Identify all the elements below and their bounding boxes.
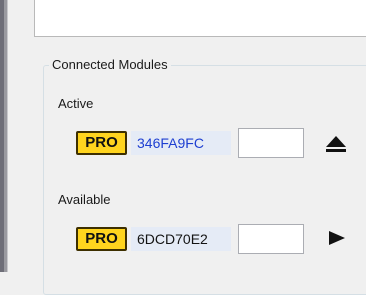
available-module-id: 6DCD70E2 [131, 227, 231, 251]
connect-button[interactable] [324, 227, 348, 251]
top-panel [34, 0, 366, 37]
active-module-id: 346FA9FC [131, 131, 231, 155]
eject-button[interactable] [324, 132, 348, 156]
available-pro-badge: PRO [76, 227, 127, 251]
active-pro-badge: PRO [76, 131, 127, 155]
available-label: Available [58, 192, 111, 207]
window-frame-left-edge [7, 0, 8, 272]
available-module-input[interactable] [238, 224, 304, 254]
active-label: Active [58, 96, 94, 111]
active-module-input[interactable] [238, 128, 304, 158]
group-title: Connected Modules [49, 56, 171, 73]
